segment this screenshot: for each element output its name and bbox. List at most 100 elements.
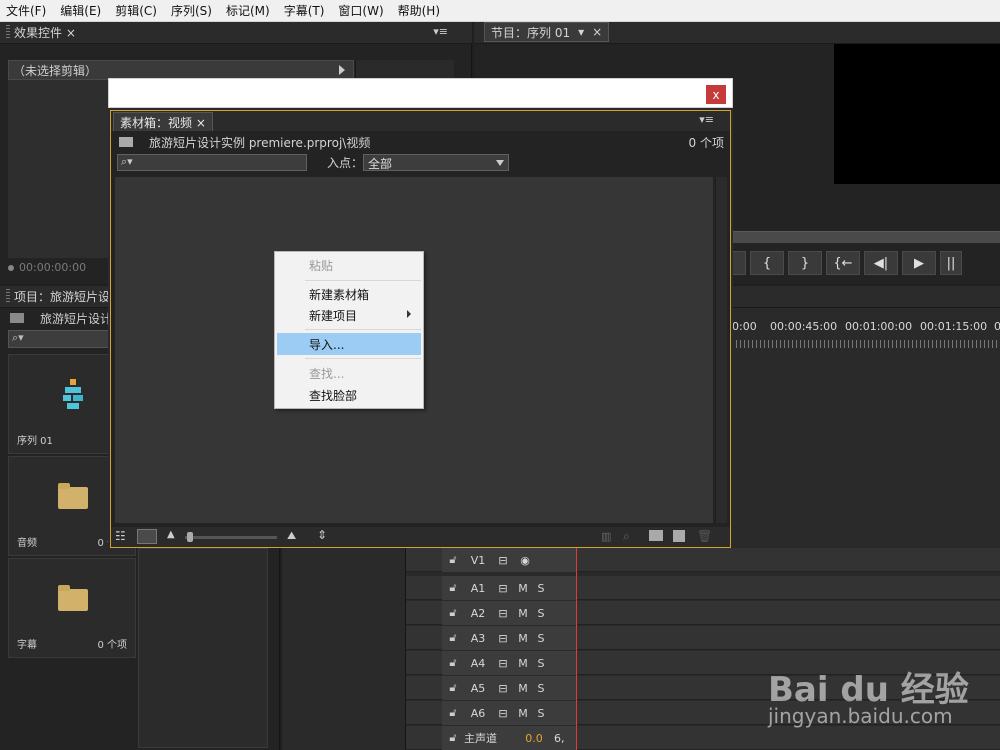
track-name: A2 bbox=[470, 606, 486, 620]
eye-icon[interactable]: ◉ bbox=[514, 554, 536, 567]
sync-lock-icon[interactable]: ⊟ bbox=[492, 607, 514, 620]
lock-icon[interactable]: 🔓︎ bbox=[442, 731, 464, 745]
search-icon[interactable]: ⌕ bbox=[623, 529, 630, 544]
menu-item-label: 粘贴 bbox=[309, 258, 334, 273]
play-button[interactable]: ▶ bbox=[902, 251, 936, 275]
solo-button[interactable]: S bbox=[532, 582, 550, 595]
bin-footer-toolbar: ☷ ▲ ⛰ ⇕ ▥ ⌕ 🗑︎ bbox=[111, 527, 730, 547]
zoom-in-icon[interactable]: ⛰ bbox=[287, 529, 296, 543]
master-volume[interactable]: 0.0 bbox=[514, 732, 554, 745]
lock-icon[interactable]: 🔓︎ bbox=[442, 656, 464, 670]
mute-button[interactable]: M bbox=[514, 582, 532, 595]
tab-bin-video[interactable]: 素材箱：视频 × bbox=[113, 112, 213, 131]
menu-item-new-bin[interactable]: 新建素材箱 bbox=[277, 283, 421, 305]
dialog-titlebar[interactable]: x bbox=[108, 78, 733, 108]
menu-title[interactable]: 字幕(T) bbox=[284, 2, 325, 19]
solo-button[interactable]: S bbox=[532, 707, 550, 720]
solo-button[interactable]: S bbox=[532, 607, 550, 620]
panel-menu-icon[interactable]: ▾≡ bbox=[433, 25, 448, 38]
menu-item-label: 导入... bbox=[309, 337, 345, 352]
chevron-down-icon[interactable]: ▾ bbox=[578, 25, 584, 39]
lock-icon[interactable]: 🔓︎ bbox=[442, 631, 464, 645]
mark-out-brace-button[interactable]: } bbox=[788, 251, 822, 275]
mute-button[interactable]: M bbox=[514, 632, 532, 645]
project-path: 旅游短片设计 bbox=[10, 308, 112, 328]
lock-icon[interactable]: 🔓︎ bbox=[442, 681, 464, 695]
track-name: A6 bbox=[470, 706, 486, 720]
close-button[interactable]: x bbox=[706, 85, 726, 104]
bin-search-input[interactable]: ⌕▾ bbox=[117, 154, 307, 171]
go-to-in-button[interactable]: {← bbox=[826, 251, 860, 275]
mute-button[interactable]: M bbox=[514, 657, 532, 670]
step-back-button[interactable]: ◀| bbox=[864, 251, 898, 275]
close-icon[interactable]: × bbox=[592, 25, 602, 39]
tab-program-monitor[interactable]: 节目：序列 01 ▾ × bbox=[484, 22, 610, 42]
no-clip-selected-row: （未选择剪辑） bbox=[8, 60, 354, 80]
mark-in-button[interactable] bbox=[732, 251, 746, 275]
menu-separator bbox=[305, 280, 421, 281]
inpoint-select[interactable]: 全部 bbox=[363, 154, 509, 171]
mute-button[interactable]: M bbox=[514, 707, 532, 720]
sync-lock-icon[interactable]: ⊟ bbox=[492, 554, 514, 567]
project-tile-title-bin[interactable]: 字幕 0 个项 bbox=[8, 558, 136, 658]
folder-up-icon[interactable] bbox=[119, 137, 133, 147]
program-video-preview bbox=[834, 44, 1000, 184]
ruler-ticks bbox=[732, 340, 1000, 348]
menu-window[interactable]: 窗口(W) bbox=[338, 2, 383, 19]
menu-file[interactable]: 文件(F) bbox=[6, 2, 46, 19]
solo-button[interactable]: S bbox=[532, 657, 550, 670]
lock-icon[interactable]: 🔓︎ bbox=[442, 553, 464, 567]
menu-item-find[interactable]: 查找... bbox=[277, 362, 421, 384]
menu-item-paste[interactable]: 粘贴 bbox=[277, 254, 421, 276]
mute-button[interactable]: M bbox=[514, 682, 532, 695]
playhead[interactable] bbox=[576, 548, 577, 750]
lock-icon[interactable]: 🔓︎ bbox=[442, 581, 464, 595]
menu-edit[interactable]: 编辑(E) bbox=[60, 2, 101, 19]
sync-lock-icon[interactable]: ⊟ bbox=[492, 707, 514, 720]
tab-effect-controls[interactable]: 效果控件 × bbox=[0, 22, 82, 42]
automate-icon[interactable]: ▥ bbox=[601, 530, 611, 543]
track-name: A5 bbox=[470, 681, 486, 695]
trash-icon[interactable]: 🗑︎ bbox=[697, 529, 712, 543]
expand-arrow-icon[interactable] bbox=[339, 65, 345, 75]
mark-in-brace-button[interactable]: { bbox=[750, 251, 784, 275]
sort-icon[interactable]: ⇕ bbox=[317, 528, 327, 542]
zoom-slider-handle[interactable] bbox=[187, 532, 193, 542]
sync-lock-icon[interactable]: ⊟ bbox=[492, 582, 514, 595]
menu-marker[interactable]: 标记(M) bbox=[226, 2, 270, 19]
zoom-slider-track[interactable] bbox=[185, 536, 277, 539]
vertical-scrollbar[interactable] bbox=[715, 177, 727, 523]
step-forward-button[interactable]: || bbox=[940, 251, 962, 275]
sync-lock-icon[interactable]: ⊟ bbox=[492, 682, 514, 695]
menu-item-new-item[interactable]: 新建项目 bbox=[277, 304, 421, 326]
new-item-icon[interactable] bbox=[673, 530, 685, 542]
menu-item-import[interactable]: 导入... bbox=[277, 333, 421, 355]
zoom-out-icon[interactable]: ▲ bbox=[167, 529, 175, 540]
list-view-icon[interactable]: ☷ bbox=[115, 529, 126, 543]
inpoint-value: 全部 bbox=[368, 157, 393, 171]
project-tile-empty bbox=[138, 548, 268, 748]
sync-lock-icon[interactable]: ⊟ bbox=[492, 657, 514, 670]
lock-icon[interactable]: 🔓︎ bbox=[442, 606, 464, 620]
track-name: A4 bbox=[470, 656, 486, 670]
transport-controls: { } {← ◀| ▶ || bbox=[732, 251, 1000, 277]
mute-button[interactable]: M bbox=[514, 607, 532, 620]
tab-project[interactable]: 项目：旅游短片设 bbox=[0, 286, 116, 306]
bin-tabbar: 素材箱：视频 × ▾≡ bbox=[111, 111, 730, 131]
menu-item-find-faces[interactable]: 查找脸部 bbox=[277, 384, 421, 406]
new-bin-icon[interactable] bbox=[649, 530, 663, 541]
ruler-timecode: 00:01:15:00 bbox=[920, 320, 988, 333]
menu-clip[interactable]: 剪辑(C) bbox=[115, 2, 157, 19]
effect-timecode: 00:00:00:00 bbox=[8, 261, 86, 274]
bin-path-label: 旅游短片设计实例 premiere.prproj\视频 bbox=[149, 135, 371, 150]
program-scrub-bar[interactable] bbox=[732, 231, 1000, 243]
menu-help[interactable]: 帮助(H) bbox=[398, 2, 440, 19]
solo-button[interactable]: S bbox=[532, 682, 550, 695]
menu-sequence[interactable]: 序列(S) bbox=[171, 2, 212, 19]
lock-icon[interactable]: 🔓︎ bbox=[442, 706, 464, 720]
panel-menu-icon[interactable]: ▾≡ bbox=[699, 113, 714, 126]
icon-view-icon[interactable] bbox=[137, 529, 157, 544]
solo-button[interactable]: S bbox=[532, 632, 550, 645]
chevron-down-icon bbox=[496, 160, 504, 166]
sync-lock-icon[interactable]: ⊟ bbox=[492, 632, 514, 645]
